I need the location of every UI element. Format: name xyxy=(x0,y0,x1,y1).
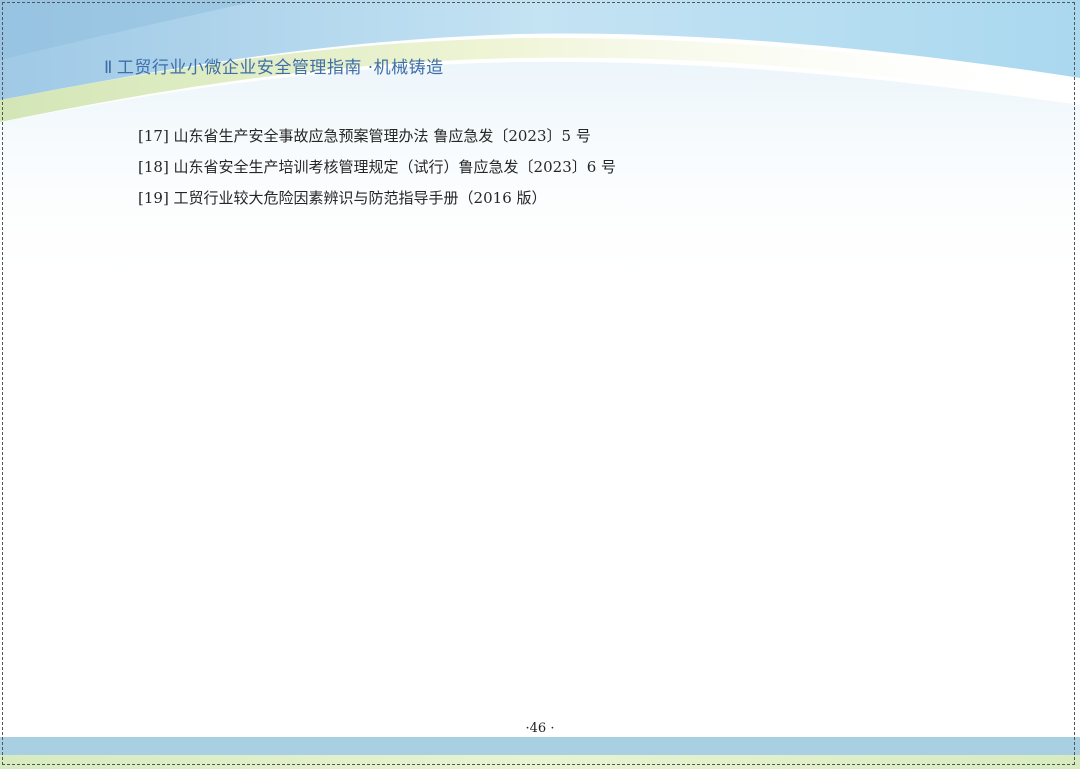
reference-item-19: [19] 工贸行业较大危险因素辨识与防范指导手册（2016 版） xyxy=(138,189,547,207)
document-page: Ⅱ 工贸行业小微企业安全管理指南 ·机械铸造 [17] 山东省生产安全事故应急预案… xyxy=(0,0,1080,769)
page-number: ·46 · xyxy=(525,721,555,736)
section-marker: Ⅱ xyxy=(104,58,113,78)
running-header: Ⅱ 工贸行业小微企业安全管理指南 ·机械铸造 xyxy=(104,53,444,78)
reference-item-18: [18] 山东省安全生产培训考核管理规定（试行）鲁应急发〔2023〕6 号 xyxy=(138,158,617,176)
reference-item-17: [17] 山东省生产安全事故应急预案管理办法 鲁应急发〔2023〕5 号 xyxy=(138,127,591,145)
footer-band-blue xyxy=(0,737,1080,755)
reference-list: [17] 山东省生产安全事故应急预案管理办法 鲁应急发〔2023〕5 号 [18… xyxy=(138,124,616,217)
footer-band-green xyxy=(0,755,1080,769)
running-header-title: 工贸行业小微企业安全管理指南 ·机械铸造 xyxy=(116,58,444,78)
